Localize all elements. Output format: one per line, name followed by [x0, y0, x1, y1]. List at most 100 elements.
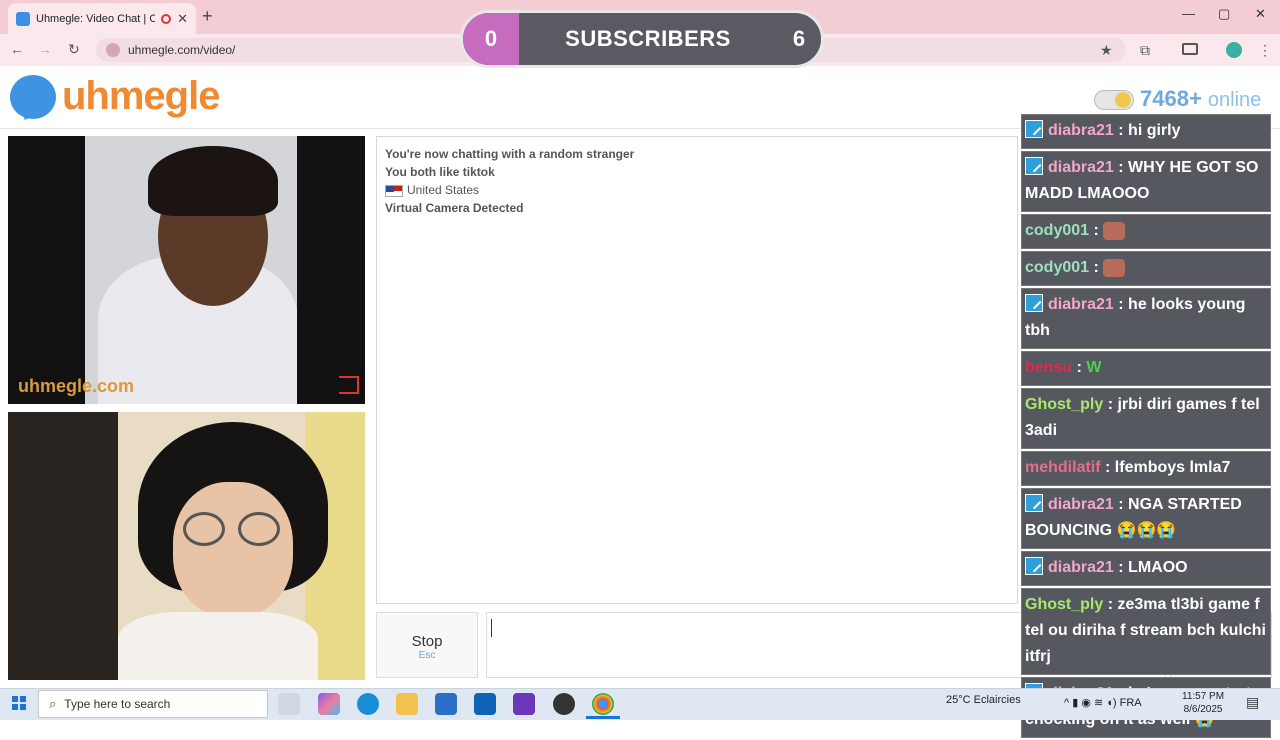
- stream-chat-message: diabra21 : he looks young tbh: [1021, 288, 1271, 349]
- chat-username: diabra21: [1048, 559, 1114, 576]
- logo-text: uhmegle: [62, 74, 220, 118]
- online-label: online: [1207, 89, 1262, 111]
- text-caret: [491, 619, 492, 637]
- video-watermark: uhmegle.com: [18, 376, 135, 396]
- chat-text: :: [1093, 259, 1099, 276]
- windows-start-icon[interactable]: [12, 696, 26, 710]
- taskbar-clock[interactable]: 11:57 PM 8/6/2025: [1182, 690, 1224, 716]
- weather-widget[interactable]: 25°C Eclaircies: [946, 694, 1021, 706]
- task-view-icon[interactable]: [278, 693, 300, 715]
- chat-emote-icon: [1103, 258, 1126, 277]
- stream-chat-message: bensu : W: [1021, 351, 1271, 386]
- chat-username: Ghost_ply: [1025, 596, 1104, 613]
- stop-label: Stop: [411, 633, 443, 650]
- site-info-icon[interactable]: [106, 43, 120, 57]
- subscribers-right-count: 6: [792, 26, 806, 51]
- stream-chat-message: cody001 :: [1021, 251, 1271, 286]
- copilot-icon[interactable]: [318, 693, 340, 715]
- chat-username: mehdilatif: [1025, 459, 1101, 476]
- chat-username: cody001: [1025, 222, 1090, 239]
- site-logo[interactable]: uhmegle: [10, 74, 220, 119]
- extensions-icon[interactable]: ⧉: [1140, 42, 1150, 59]
- stream-chat-message: diabra21 : LMAOO: [1021, 551, 1271, 586]
- back-button[interactable]: ←: [10, 41, 24, 57]
- chrome-icon[interactable]: [592, 693, 614, 715]
- cast-icon[interactable]: [1182, 43, 1198, 55]
- stranger-video: uhmegle.com: [8, 136, 365, 404]
- us-flag-icon: [385, 184, 403, 197]
- tab-title: Uhmegle: Video Chat | Ome: [36, 12, 156, 25]
- online-count: 7468+: [1140, 86, 1202, 111]
- country-line: United States: [385, 183, 1009, 197]
- common-interest-message: You both like tiktok: [385, 165, 495, 179]
- taskbar-search[interactable]: ⌕ Type here to search: [38, 690, 268, 718]
- chat-text: : lfemboys lmla7: [1105, 459, 1231, 476]
- chat-username: diabra21: [1048, 496, 1114, 513]
- maximize-button[interactable]: ▢: [1218, 6, 1230, 22]
- stream-chat-message: Ghost_ply : jrbi diri games f tel 3adi: [1021, 388, 1271, 449]
- chat-emote-icon: [1103, 221, 1126, 240]
- url-text: uhmegle.com/video/: [128, 43, 236, 57]
- browser-menu-icon[interactable]: ⋮: [1258, 42, 1272, 59]
- online-counter: 7468+ online: [1140, 86, 1261, 112]
- bookmark-star-icon[interactable]: ★: [1100, 42, 1113, 59]
- subscribers-overlay: 0 SUBSCRIBERS 6: [460, 10, 824, 68]
- stream-chat-message: diabra21 : hi girly: [1021, 114, 1271, 149]
- forward-button[interactable]: →: [38, 41, 52, 57]
- stream-chat-message: diabra21 : WHY HE GOT SO MADD LMAOOO: [1021, 151, 1271, 212]
- stream-chat-overlay: diabra21 : hi girly diabra21 : WHY HE GOT…: [1021, 114, 1271, 740]
- clock-time: 11:57 PM: [1182, 691, 1225, 702]
- chat-username: Ghost_ply: [1025, 396, 1104, 413]
- system-tray[interactable]: ^ ▮ ◉ ≋ ◖) FRA: [1064, 696, 1142, 709]
- virtual-camera-message: Virtual Camera Detected: [385, 201, 524, 215]
- subscribers-label: SUBSCRIBERS: [565, 26, 731, 51]
- status-message: You're now chatting with a random strang…: [385, 147, 635, 161]
- chat-username: diabra21: [1048, 296, 1114, 313]
- uhmegle-favicon-icon: [16, 11, 30, 26]
- store-icon[interactable]: [435, 693, 457, 715]
- moderator-badge-icon: [1025, 493, 1043, 512]
- moderator-badge-icon: [1025, 119, 1043, 138]
- edge-icon[interactable]: [357, 693, 379, 715]
- tab-close-icon[interactable]: ✕: [177, 11, 188, 27]
- minimize-button[interactable]: —: [1182, 6, 1195, 21]
- moderator-badge-icon: [1025, 556, 1043, 575]
- reload-button[interactable]: ↻: [68, 41, 80, 58]
- self-video: [8, 412, 365, 680]
- chat-text: :: [1093, 222, 1099, 239]
- dark-mode-toggle[interactable]: [1094, 90, 1134, 110]
- weather-temp: 25°C: [946, 694, 971, 706]
- obs-icon[interactable]: [553, 693, 575, 715]
- recording-icon: [161, 13, 172, 24]
- taskbar-search-placeholder: Type here to search: [64, 697, 171, 711]
- notification-icon[interactable]: ▤: [1246, 694, 1259, 711]
- chat-username: diabra21: [1048, 122, 1114, 139]
- chat-text: : hi girly: [1118, 122, 1181, 139]
- stop-hint: Esc: [418, 650, 436, 661]
- outlook-icon[interactable]: [474, 693, 496, 715]
- profile-avatar[interactable]: [1226, 42, 1242, 58]
- weather-desc: Eclaircies: [973, 694, 1021, 706]
- moderator-badge-icon: [1025, 156, 1043, 175]
- logo-bubble-icon: [10, 74, 56, 119]
- twitch-icon[interactable]: [513, 693, 535, 715]
- subscribers-left-count: 0: [463, 13, 519, 65]
- stream-chat-message: mehdilatif : lfemboys lmla7: [1021, 451, 1271, 486]
- chat-log: You're now chatting with a random strang…: [376, 136, 1018, 604]
- window-close-button[interactable]: ✕: [1255, 6, 1266, 22]
- stream-chat-message: diabra21 : NGA STARTED BOUNCING 😭😭😭: [1021, 488, 1271, 549]
- clock-date: 8/6/2025: [1183, 704, 1223, 715]
- new-tab-button[interactable]: +: [202, 6, 213, 27]
- chat-w-emote: W: [1086, 359, 1102, 376]
- stop-button[interactable]: Stop Esc: [376, 612, 478, 678]
- stream-chat-message: cody001 :: [1021, 214, 1271, 249]
- search-icon: ⌕: [49, 696, 57, 711]
- browser-tab[interactable]: Uhmegle: Video Chat | Ome ✕: [8, 3, 196, 34]
- file-explorer-icon[interactable]: [396, 693, 418, 715]
- chat-username: cody001: [1025, 259, 1090, 276]
- moderator-badge-icon: [1025, 293, 1043, 312]
- chat-username: diabra21: [1048, 159, 1114, 176]
- active-app-indicator: [586, 716, 620, 719]
- report-flag-icon[interactable]: [339, 376, 359, 394]
- chat-text: :: [1076, 359, 1082, 376]
